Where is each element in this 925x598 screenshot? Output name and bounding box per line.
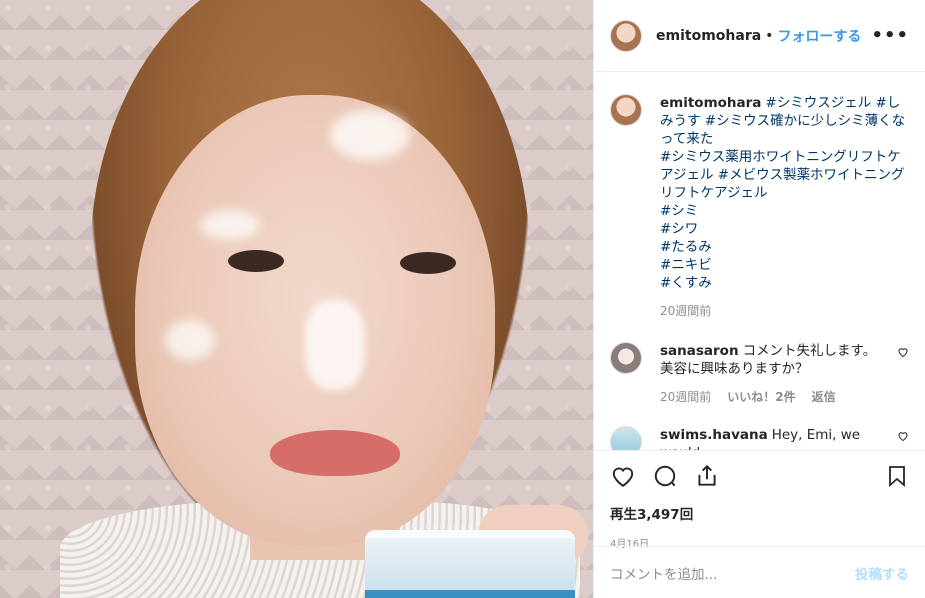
comment-username[interactable]: swims.havana xyxy=(660,427,768,443)
add-comment-bar: コメントを追加... 投稿する xyxy=(594,546,925,598)
post-header: emitomohara • フォローする ••• xyxy=(594,0,925,72)
cream-highlight xyxy=(200,210,260,240)
cream-highlight xyxy=(330,110,410,160)
like-comment-heart-icon[interactable] xyxy=(897,346,909,358)
hashtag-link[interactable]: #たるみ xyxy=(660,239,712,255)
more-options-icon[interactable]: ••• xyxy=(871,25,909,46)
hashtag-link[interactable]: #シワ xyxy=(660,221,698,237)
share-icon[interactable] xyxy=(694,463,720,489)
comment-likes[interactable]: いいね！2件 xyxy=(727,388,795,406)
caption: emitomohara #シミウスジェル #しみうす #シミウス確かに少しシミ薄く… xyxy=(610,94,909,320)
comment-timestamp[interactable]: 20週間前 xyxy=(660,388,711,406)
right-eye xyxy=(400,252,456,274)
comment-item: swims.havanaHey, Emi, we would xyxy=(610,426,909,450)
lips xyxy=(270,430,400,476)
comments-list[interactable]: emitomohara #シミウスジェル #しみうす #シミウス確かに少しシミ薄く… xyxy=(594,72,925,450)
jar-label-band xyxy=(365,590,575,598)
cream-jar xyxy=(365,530,575,598)
hashtag-link[interactable]: #ニキビ xyxy=(660,257,712,273)
avatar[interactable] xyxy=(610,426,642,450)
like-comment-heart-icon[interactable] xyxy=(897,430,909,442)
caption-username[interactable]: emitomohara xyxy=(660,95,761,111)
avatar[interactable] xyxy=(610,342,642,374)
nose-highlight xyxy=(305,300,365,390)
post-media[interactable] xyxy=(0,0,593,598)
view-count[interactable]: 再生3,497回 xyxy=(610,503,909,523)
hashtag-link[interactable]: #くすみ xyxy=(660,275,712,291)
avatar[interactable] xyxy=(610,94,642,126)
post-comment-button[interactable]: 投稿する xyxy=(855,563,909,583)
avatar[interactable] xyxy=(610,19,642,52)
comment-input[interactable]: コメントを追加... xyxy=(610,563,855,583)
post-actions: 再生3,497回 4月16日 xyxy=(594,450,925,558)
left-eye xyxy=(228,250,284,272)
hashtag-link[interactable]: #シミ xyxy=(660,203,698,219)
follow-button[interactable]: フォローする xyxy=(777,26,861,46)
caption-timestamp[interactable]: 20週間前 xyxy=(660,302,711,320)
separator-dot: • xyxy=(765,27,774,44)
hashtag-link[interactable]: #シミウスジェル xyxy=(765,95,871,111)
bookmark-icon[interactable] xyxy=(885,463,909,489)
comment-bubble-icon[interactable] xyxy=(652,463,678,489)
comment-item: sanasaron コメント失礼します。美容に興味ありますか？ 20週間前 いいね… xyxy=(610,342,909,406)
like-heart-icon[interactable] xyxy=(610,463,636,489)
comment-username[interactable]: sanasaron xyxy=(660,343,739,359)
reply-button[interactable]: 返信 xyxy=(812,388,836,406)
hashtag-link[interactable]: #シミウス薬用ホワイトニングリフトケアジェル #メビウス製薬ホワイトニングリフト… xyxy=(660,149,905,201)
cream-highlight xyxy=(165,320,215,360)
header-username[interactable]: emitomohara xyxy=(656,28,761,44)
post-sidebar: emitomohara • フォローする ••• emitomohara #シミウ… xyxy=(593,0,925,598)
